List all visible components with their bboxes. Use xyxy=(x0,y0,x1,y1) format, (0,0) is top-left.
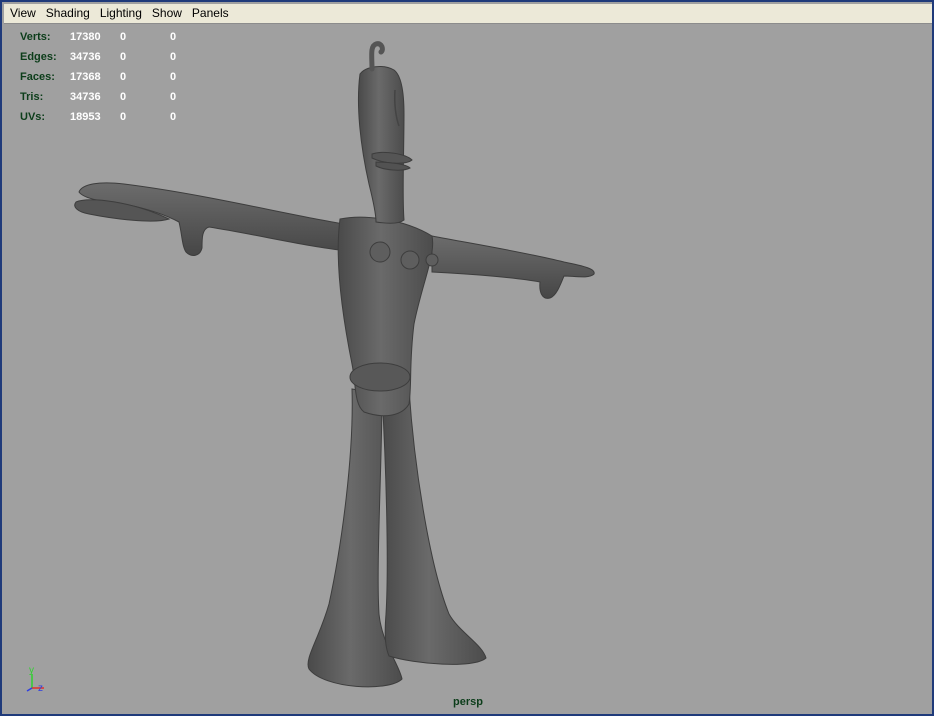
menu-lighting[interactable]: Lighting xyxy=(95,4,147,23)
hud-row-verts: Verts: 17380 0 0 xyxy=(20,27,210,47)
hud-value: 0 xyxy=(120,71,127,83)
hud-value: 0 xyxy=(170,71,177,83)
hud-value: 18953 xyxy=(70,111,101,123)
hud-value: 0 xyxy=(120,111,127,123)
hud-value: 0 xyxy=(120,31,127,43)
hud-label: UVs: xyxy=(20,111,46,123)
hud-value: 0 xyxy=(120,51,127,63)
axis-gizmo-icon: y z xyxy=(26,665,44,694)
axis-z-label: z xyxy=(38,683,43,694)
hud-row-edges: Edges: 34736 0 0 xyxy=(20,47,210,67)
hud-label: Edges: xyxy=(20,51,57,63)
menu-show[interactable]: Show xyxy=(147,4,187,23)
hud-value: 0 xyxy=(170,51,177,63)
hud-row-uvs: UVs: 18953 0 0 xyxy=(20,107,210,127)
hud-label: Verts: xyxy=(20,31,51,43)
hud-label: Faces: xyxy=(20,71,55,83)
hud-value: 17368 xyxy=(70,71,101,83)
hud-value: 34736 xyxy=(70,51,101,63)
hud-row-faces: Faces: 17368 0 0 xyxy=(20,67,210,87)
panel-menubar: View Shading Lighting Show Panels xyxy=(4,4,932,24)
menu-shading[interactable]: Shading xyxy=(41,4,95,23)
hud-value: 34736 xyxy=(70,91,101,103)
viewport-panel: View Shading Lighting Show Panels Verts:… xyxy=(0,0,934,716)
poly-count-hud: Verts: 17380 0 0 Edges: 34736 0 0 Faces:… xyxy=(20,27,210,127)
menu-panels[interactable]: Panels xyxy=(187,4,234,23)
hud-value: 17380 xyxy=(70,31,101,43)
hud-value: 0 xyxy=(170,31,177,43)
hud-value: 0 xyxy=(170,91,177,103)
axis-y-label: y xyxy=(29,665,34,676)
character-model[interactable] xyxy=(4,24,932,714)
hud-value: 0 xyxy=(170,111,177,123)
hud-label: Tris: xyxy=(20,91,44,103)
hud-row-tris: Tris: 34736 0 0 xyxy=(20,87,210,107)
hud-value: 0 xyxy=(120,91,127,103)
3d-viewport[interactable]: Verts: 17380 0 0 Edges: 34736 0 0 Faces:… xyxy=(4,24,932,714)
menu-view[interactable]: View xyxy=(4,4,41,23)
camera-name-label: persp xyxy=(453,696,483,708)
